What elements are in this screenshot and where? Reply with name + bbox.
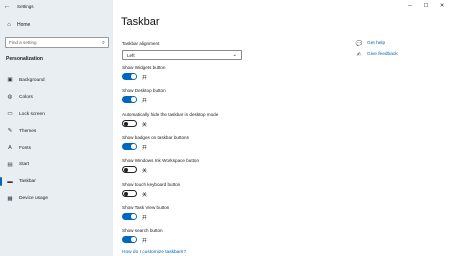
sidebar-item-taskbar[interactable]: ▬ Taskbar	[0, 173, 113, 190]
sidebar-item-label: Background	[19, 77, 45, 83]
start-icon: ▤	[7, 161, 13, 168]
toggle-switch[interactable]	[122, 73, 137, 80]
setting-label: Show Widgets button	[122, 65, 166, 70]
toggle-state-label: 开	[142, 238, 147, 244]
setting-row: Show Windows Ink Workspace button 关	[122, 158, 322, 178]
device-usage-icon: ▦	[7, 195, 13, 202]
feedback-icon: ✍	[356, 51, 362, 58]
sidebar-item-background[interactable]: ▣ Background	[0, 72, 113, 89]
search-input[interactable]	[9, 40, 97, 45]
setting-label: Show Task View button	[122, 205, 170, 210]
toggle-state-label: 开	[142, 98, 147, 104]
get-help-label: Get help	[367, 41, 386, 46]
home-icon: ⌂	[7, 22, 11, 28]
sidebar-item-device-usage[interactable]: ▦ Device usage	[0, 190, 113, 207]
toggle-knob	[124, 167, 128, 172]
close-icon[interactable]: ✕	[434, 0, 450, 12]
search-box[interactable]: ⌕	[5, 37, 109, 48]
toggle-state-label: 开	[142, 75, 147, 81]
sidebar-item-label: Device usage	[19, 196, 49, 202]
maximize-icon[interactable]: ☐	[418, 0, 434, 12]
setting-label: Show search button	[122, 228, 163, 233]
sidebar-item-start[interactable]: ▤ Start	[0, 156, 113, 173]
setting-row: Show badges on taskbar buttons 开	[122, 135, 322, 155]
toggle-knob	[124, 191, 128, 196]
chevron-down-icon: ⌄	[232, 52, 237, 58]
image-icon: ▣	[7, 77, 13, 84]
setting-row: Show Desktop button 开	[122, 88, 322, 108]
toggle-state-label: 开	[142, 145, 147, 151]
toggle-knob	[131, 97, 136, 102]
toggle-switch[interactable]	[122, 143, 137, 150]
font-icon: A	[8, 145, 12, 151]
sidebar-item-label: Colors	[19, 94, 33, 100]
toggle-switch[interactable]	[122, 166, 137, 173]
taskbar-alignment-label: Taskbar alignment	[122, 41, 160, 46]
sidebar-item-home[interactable]: ⌂ Home	[4, 19, 30, 31]
sidebar-item-label: Fonts	[19, 145, 31, 151]
setting-row: Show search button 开	[122, 228, 322, 248]
toggle-knob	[131, 144, 136, 149]
toggle-switch[interactable]	[122, 190, 137, 197]
setting-row: Show Task View button 开	[122, 205, 322, 225]
sidebar-item-themes[interactable]: ✎ Themes	[0, 123, 113, 140]
help-panel: 💬 Get help ✍ Give feedback	[355, 38, 445, 60]
toggle-state-label: 关	[142, 168, 147, 174]
toggle-switch[interactable]	[122, 236, 137, 243]
taskbar-icon: ▬	[7, 178, 13, 185]
sidebar-item-fonts[interactable]: A Fonts	[0, 140, 113, 157]
palette-icon: ◍	[7, 94, 13, 101]
give-feedback-link[interactable]: ✍ Give feedback	[355, 49, 445, 60]
toggle-knob	[131, 214, 136, 219]
setting-label: Show Windows Ink Workspace button	[122, 158, 200, 163]
window-controls: ─ ☐ ✕	[380, 0, 450, 12]
setting-label: Automatically hide the taskbar in deskto…	[122, 112, 219, 117]
toggle-state-label: 关	[142, 122, 147, 128]
lock-screen-icon: ▭	[7, 111, 13, 118]
search-icon[interactable]: ⌕	[102, 40, 105, 47]
setting-row: Automatically hide the taskbar in deskto…	[122, 112, 322, 132]
toggle-knob	[131, 237, 136, 242]
toggle-state-label: 关	[142, 192, 147, 198]
setting-label: Show badges on taskbar buttons	[122, 135, 189, 140]
sidebar: ← Settings ⌂ Home ⌕ Personalization ▣ Bac…	[0, 0, 113, 256]
page-title: Taskbar	[121, 16, 160, 28]
toggle-switch[interactable]	[122, 213, 137, 220]
setting-row: Show touch keyboard button 关	[122, 182, 322, 202]
main-content: ─ ☐ ✕ Taskbar Taskbar alignment Left ⌄ S…	[113, 0, 450, 256]
setting-row: Show Widgets button 开	[122, 65, 322, 85]
dropdown-value: Left	[127, 52, 135, 58]
sidebar-item-label: Home	[17, 22, 31, 28]
sidebar-item-label: Lock screen	[19, 111, 45, 117]
toggle-switch[interactable]	[122, 120, 137, 127]
toggle-switch[interactable]	[122, 96, 137, 103]
give-feedback-label: Give feedback	[367, 52, 398, 57]
sidebar-item-label: Start	[19, 162, 30, 168]
brush-icon: ✎	[7, 128, 13, 135]
sidebar-item-lock-screen[interactable]: ▭ Lock screen	[0, 106, 113, 123]
toggle-state-label: 开	[142, 215, 147, 221]
toggle-knob	[131, 74, 136, 79]
back-arrow-icon[interactable]: ←	[0, 0, 14, 12]
get-help-link[interactable]: 💬 Get help	[355, 38, 445, 49]
title-bar: ← Settings	[0, 0, 113, 12]
customize-taskbars-link[interactable]: How do I customize taskbars?	[122, 250, 186, 255]
setting-label: Show touch keyboard button	[122, 182, 181, 187]
window-title: Settings	[17, 3, 34, 9]
sidebar-nav: ▣ Background ◍ Colors ▭ Lock screen ✎ Themes A Fo…	[0, 72, 113, 207]
sidebar-item-label: Themes	[19, 128, 37, 134]
setting-label: Show Desktop button	[122, 88, 166, 93]
sidebar-item-label: Taskbar	[19, 179, 36, 185]
taskbar-alignment-dropdown[interactable]: Left ⌄	[122, 50, 242, 60]
toggle-knob	[124, 121, 128, 126]
section-title: Personalization	[6, 56, 43, 62]
help-icon: 💬	[355, 40, 363, 47]
minimize-icon[interactable]: ─	[402, 0, 418, 12]
sidebar-item-colors[interactable]: ◍ Colors	[0, 89, 113, 106]
